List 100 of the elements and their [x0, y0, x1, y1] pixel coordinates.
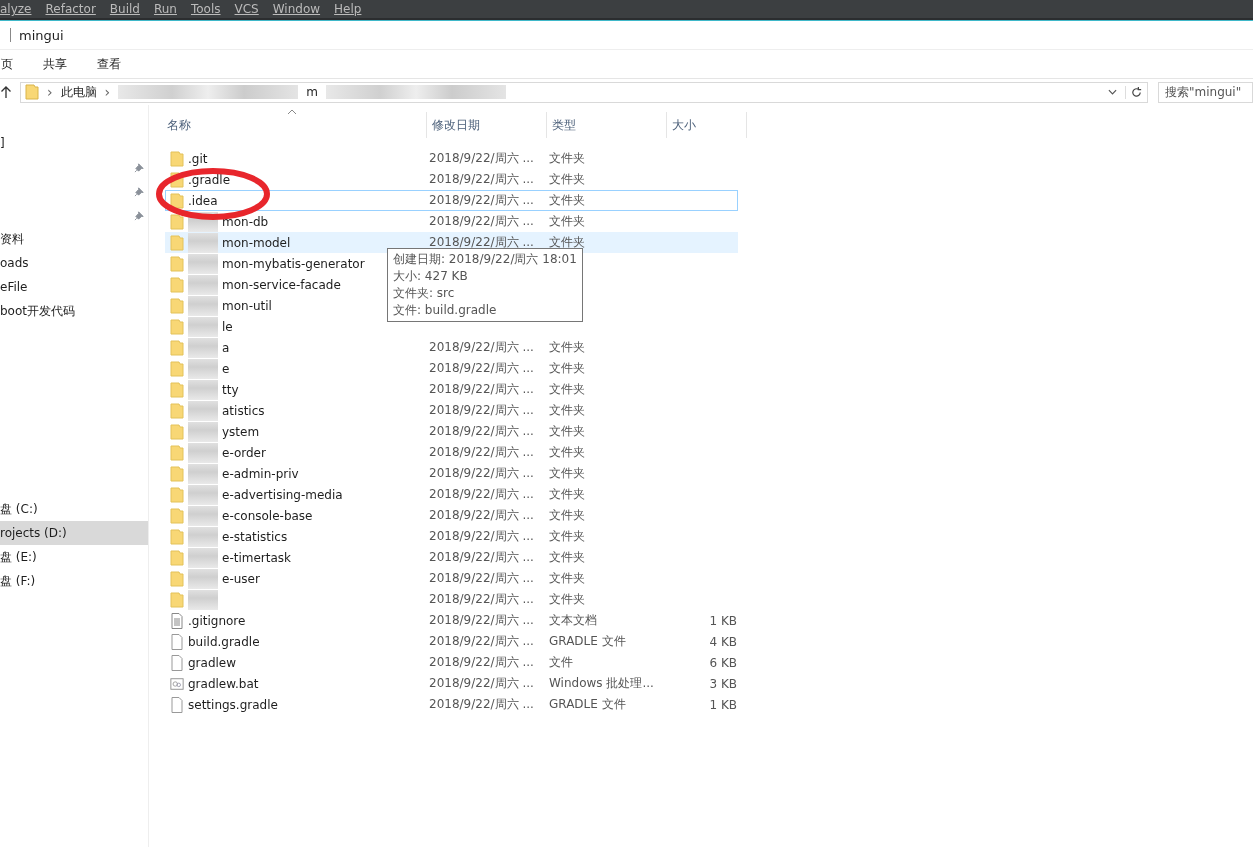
file-name: e-timertask: [222, 550, 292, 565]
file-type: 文件夹: [549, 465, 585, 482]
sidebar-item[interactable]: eFile: [0, 280, 28, 294]
menu-item[interactable]: Tools: [190, 2, 221, 16]
folder-icon: [170, 423, 184, 440]
file-row[interactable]: .idea 2018/9/22/周六 ... 文件夹: [165, 190, 738, 211]
sidebar-item[interactable]: ]: [0, 136, 5, 150]
file-type: 文件夹: [549, 150, 585, 167]
tooltip-line: 创建日期: 2018/9/22/周六 18:01: [393, 251, 577, 268]
sidebar-item[interactable]: boot开发代码: [0, 302, 75, 320]
column-header[interactable]: 名称: [165, 112, 427, 138]
file-name: settings.gradle: [188, 697, 278, 712]
modified-date: 2018/9/22/周六 ...: [429, 486, 534, 503]
file-name: mon-model: [222, 235, 291, 250]
folder-icon: [25, 84, 39, 100]
modified-date: 2018/9/22/周六 ...: [429, 381, 534, 398]
file-name: atistics: [222, 403, 265, 418]
file-type: GRADLE 文件: [549, 633, 626, 650]
folder-icon: [170, 549, 184, 566]
file-type: 文件夹: [549, 192, 585, 209]
modified-date: 2018/9/22/周六 ...: [429, 591, 534, 608]
file-type: 文件夹: [549, 507, 585, 524]
modified-date: 2018/9/22/周六 ...: [429, 150, 534, 167]
file-type: 文件夹: [549, 402, 585, 419]
modified-date: 2018/9/22/周六 ...: [429, 654, 534, 671]
folder-icon: [170, 402, 184, 419]
file-name: le: [222, 319, 233, 334]
drive-item[interactable]: rojects (D:): [0, 521, 148, 545]
folder-icon: [170, 192, 184, 209]
menu-item[interactable]: alyze: [0, 2, 32, 16]
search-field[interactable]: 搜索"mingui": [1158, 81, 1253, 103]
file-name: e-user: [222, 571, 260, 586]
column-header[interactable]: 大小: [667, 112, 747, 138]
ribbon-tab[interactable]: 共享: [43, 53, 67, 75]
menu-item[interactable]: Window: [272, 2, 321, 16]
folder-icon: [170, 150, 184, 167]
folder-icon: [170, 507, 184, 524]
folder-icon: [170, 465, 184, 482]
file-type: 文件夹: [549, 339, 585, 356]
ribbon-tab[interactable]: 页: [1, 53, 13, 75]
breadcrumb[interactable]: 此电脑: [60, 83, 97, 101]
modified-date: 2018/9/22/周六 ...: [429, 633, 534, 650]
modified-date: 2018/9/22/周六 ...: [429, 213, 534, 230]
drive-item[interactable]: 盘 (E:): [0, 545, 148, 569]
breadcrumb[interactable]: m: [306, 85, 318, 99]
menu-item[interactable]: Run: [153, 2, 177, 16]
modified-date: 2018/9/22/周六 ...: [429, 171, 534, 188]
file-type: 文件: [549, 654, 573, 671]
folder-icon: [170, 444, 184, 461]
file-name: e: [222, 361, 230, 376]
modified-date: 2018/9/22/周六 ...: [429, 675, 534, 692]
sidebar-item[interactable]: oads: [0, 256, 29, 270]
file-type: 文件夹: [549, 171, 585, 188]
modified-date: 2018/9/22/周六 ...: [429, 696, 534, 713]
file-size: 4 KB: [709, 634, 737, 649]
column-header[interactable]: 修改日期: [427, 112, 547, 138]
file-size: 1 KB: [709, 697, 737, 712]
file-type: 文件夹: [549, 423, 585, 440]
modified-date: 2018/9/22/周六 ...: [429, 360, 534, 377]
menu-item[interactable]: Refactor: [45, 2, 96, 16]
folder-icon: [170, 234, 184, 251]
file-name: e-statistics: [222, 529, 288, 544]
file-type: 文件夹: [549, 444, 585, 461]
file-type: 文件夹: [549, 528, 585, 545]
chevron[interactable]: ›: [104, 84, 111, 100]
modified-date: 2018/9/22/周六 ...: [429, 612, 534, 629]
file-size: 1 KB: [709, 613, 737, 628]
folder-icon: [170, 255, 184, 272]
dropdown-caret-icon[interactable]: [1108, 89, 1117, 95]
file-name: mon-util: [222, 298, 272, 313]
address-bar[interactable]: › 此电脑 › m: [20, 81, 1148, 103]
file-name: gradlew.bat: [188, 676, 259, 691]
modified-date: 2018/9/22/周六 ...: [429, 192, 534, 209]
window-title: mingui: [19, 27, 64, 43]
tooltip-line: 文件夹: src: [393, 285, 456, 302]
file-name: mon-db: [222, 214, 269, 229]
folder-icon: [170, 486, 184, 503]
ribbon-tab[interactable]: 查看: [97, 53, 121, 75]
file-name: .git: [188, 151, 208, 166]
column-header[interactable]: 类型: [547, 112, 667, 138]
chevron[interactable]: ›: [47, 84, 53, 100]
drive-item[interactable]: 盘 (C:): [0, 497, 148, 521]
menu-item[interactable]: Help: [334, 2, 362, 16]
file-name: .gradle: [188, 172, 231, 187]
menu-item[interactable]: Build: [109, 2, 140, 16]
file-name: build.gradle: [188, 634, 260, 649]
file-type: 文件夹: [549, 486, 585, 503]
file-name: e-advertising-media: [222, 487, 343, 502]
menu-item[interactable]: VCS: [234, 2, 259, 16]
modified-date: 2018/9/22/周六 ...: [429, 444, 534, 461]
file-type: 文件夹: [549, 570, 585, 587]
file-name: tty: [222, 382, 239, 397]
drive-item[interactable]: 盘 (F:): [0, 569, 148, 593]
file-type: 文件夹: [549, 549, 585, 566]
modified-date: 2018/9/22/周六 ...: [429, 234, 534, 251]
sidebar-item[interactable]: 资料: [0, 230, 24, 248]
up-arrow-icon[interactable]: [0, 85, 12, 99]
file-icon: [170, 696, 184, 713]
file-type: 文件夹: [549, 360, 585, 377]
file-row[interactable]: mon-model 2018/9/22/周六 ... 文件夹: [165, 232, 738, 253]
